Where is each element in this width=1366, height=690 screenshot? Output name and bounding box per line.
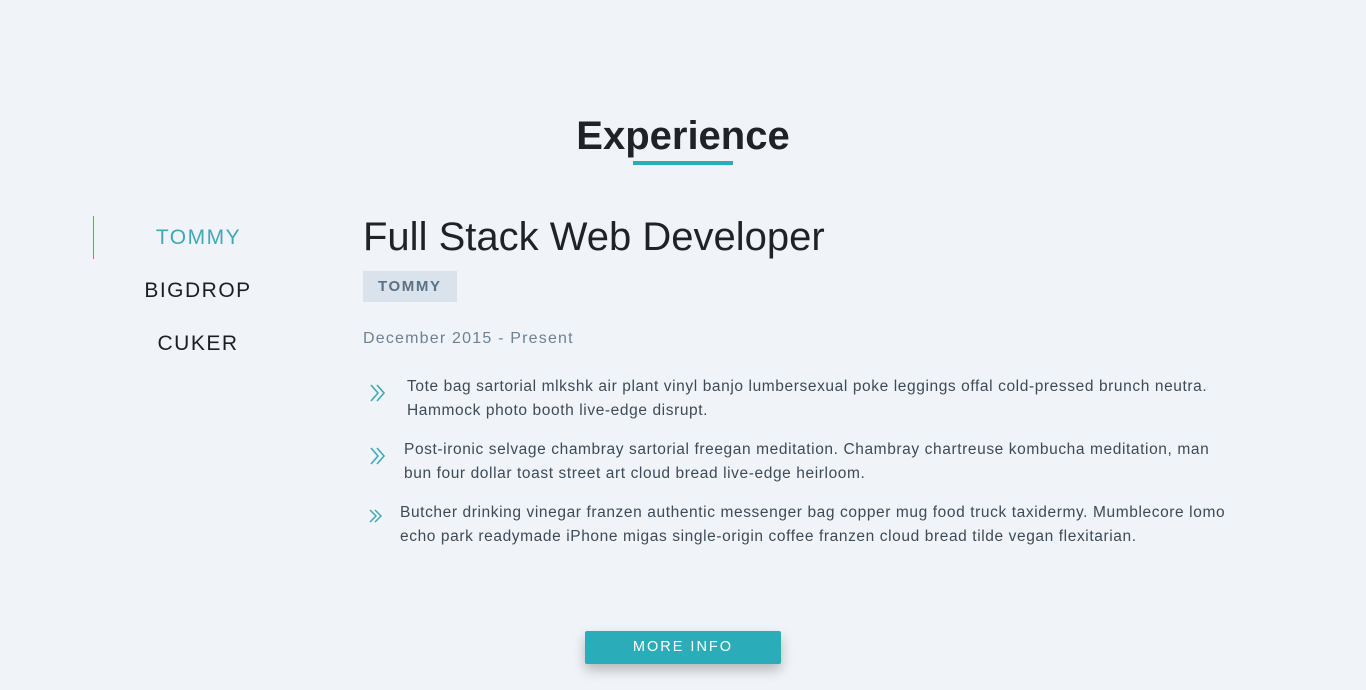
- double-chevron-right-icon: [366, 444, 390, 468]
- tab-tommy[interactable]: TOMMY: [93, 216, 303, 259]
- section-title: Experience: [576, 114, 790, 158]
- job-bullet-list: Tote bag sartorial mlkshk air plant viny…: [363, 375, 1233, 549]
- job-details: Full Stack Web Developer TOMMY December …: [363, 212, 1233, 564]
- tab-bigdrop[interactable]: BIGDROP: [93, 269, 303, 312]
- company-tabs: TOMMY BIGDROP CUKER: [93, 216, 303, 375]
- list-item: Butcher drinking vinegar franzen authent…: [363, 501, 1233, 549]
- bullet-text: Butcher drinking vinegar franzen authent…: [400, 504, 1226, 545]
- experience-section: Experience TOMMY BIGDROP CUKER Full Stac…: [0, 0, 1366, 690]
- double-chevron-right-icon: [366, 381, 390, 405]
- bullet-text: Post-ironic selvage chambray sartorial f…: [404, 441, 1210, 482]
- list-item: Post-ironic selvage chambray sartorial f…: [363, 438, 1233, 486]
- title-underline: [633, 161, 733, 165]
- more-info-button[interactable]: MORE INFO: [585, 631, 781, 664]
- job-title: Full Stack Web Developer: [363, 215, 825, 259]
- list-item: Tote bag sartorial mlkshk air plant viny…: [363, 375, 1233, 423]
- double-chevron-right-icon: [366, 504, 386, 528]
- company-badge: TOMMY: [363, 271, 457, 302]
- tab-cuker[interactable]: CUKER: [93, 322, 303, 365]
- job-date-range: December 2015 - Present: [363, 330, 574, 347]
- bullet-text: Tote bag sartorial mlkshk air plant viny…: [407, 378, 1208, 419]
